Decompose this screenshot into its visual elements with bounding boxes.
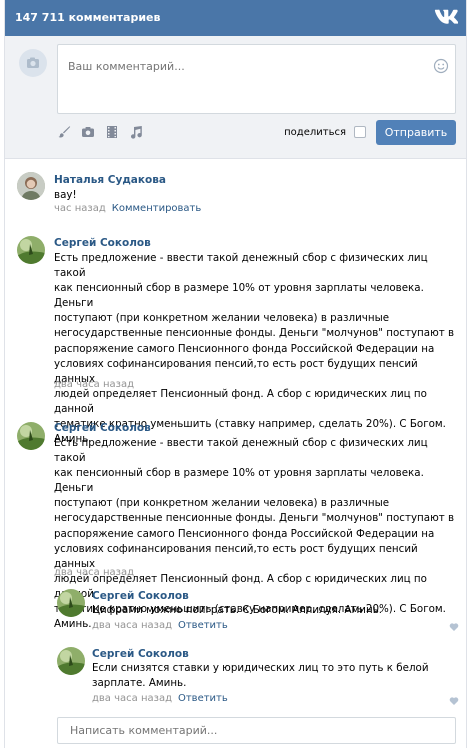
- comment-line: людей определяет Пенсионный фонд. А сбор…: [54, 387, 427, 415]
- comment-line: как пенсионный сбор в размере 10% от уро…: [54, 467, 424, 495]
- comment-author[interactable]: Сергей Соколов: [54, 237, 151, 249]
- like-icon[interactable]: [449, 622, 459, 632]
- comment-time[interactable]: два часа назад: [54, 379, 134, 390]
- comments-count: 147 711 комментариев: [15, 11, 161, 24]
- reply-answer-link[interactable]: Ответить: [178, 693, 228, 704]
- emoji-icon[interactable]: [433, 58, 449, 74]
- brush-icon[interactable]: [57, 125, 71, 139]
- comment-line: распоряжение самого Пенсионного фонда Ро…: [54, 527, 435, 540]
- comment-line: негосударственные пенсионные фонды. День…: [54, 327, 455, 340]
- reply-line: Если снизятся ставки у юридических лиц т…: [92, 662, 429, 674]
- reply-text: Цифрами можно поиграть. С Богом. Аллилуя…: [92, 603, 452, 618]
- reply-author[interactable]: Сергей Соколов: [92, 648, 189, 660]
- comment-line: поступают (при конкретном желании челове…: [54, 312, 390, 325]
- widget-header: 147 711 комментариев: [5, 0, 466, 36]
- comment-meta: два часа назад: [54, 379, 134, 390]
- comment-line: Есть предложение - ввести такой денежный…: [54, 437, 428, 465]
- comment-input[interactable]: Ваш комментарий...: [57, 44, 456, 114]
- reply-answer-link[interactable]: Ответить: [178, 620, 228, 631]
- reply-meta: два часа назад Ответить: [92, 693, 228, 704]
- reply-author[interactable]: Сергей Соколов: [92, 590, 189, 602]
- reply-meta: два часа назад Ответить: [92, 620, 228, 631]
- reply-line: зарплате. Аминь.: [92, 677, 187, 690]
- write-comment-input[interactable]: Написать комментарий...: [57, 717, 456, 744]
- comment-text: вау!: [54, 189, 77, 201]
- avatar[interactable]: [17, 422, 45, 450]
- comment-reply-link[interactable]: Комментировать: [112, 203, 202, 214]
- reply-time[interactable]: два часа назад: [92, 693, 172, 704]
- reply-time[interactable]: два часа назад: [92, 620, 172, 631]
- comment-time[interactable]: час назад: [54, 203, 106, 214]
- like-icon[interactable]: [449, 696, 459, 706]
- music-icon[interactable]: [129, 125, 143, 139]
- reply-text: Если снизятся ставки у юридических лиц т…: [92, 661, 452, 691]
- attach-toolbar: [57, 124, 143, 140]
- comment-line: как пенсионный сбор в размере 10% от уро…: [54, 282, 424, 310]
- comment-author[interactable]: Сергей Соколов: [54, 422, 151, 434]
- share-option[interactable]: поделиться: [284, 126, 366, 138]
- send-button[interactable]: Отправить: [376, 120, 456, 145]
- reply-line: Цифрами можно поиграть. С Богом. Аллилуя…: [92, 604, 383, 616]
- comments-widget: 147 711 комментариев Ваш комментарий...: [4, 0, 467, 748]
- camera-avatar-icon[interactable]: [19, 49, 47, 77]
- comment-line: поступают (при конкретном желании челове…: [54, 497, 390, 510]
- avatar[interactable]: [17, 172, 45, 200]
- avatar[interactable]: [17, 236, 45, 264]
- comment-text: Есть предложение - ввести такой денежный…: [54, 251, 459, 447]
- comment-meta: два часа назад: [54, 567, 134, 578]
- comment-line: Есть предложение - ввести такой денежный…: [54, 252, 428, 280]
- film-icon[interactable]: [105, 125, 119, 139]
- comment-meta: час назад Комментировать: [54, 203, 201, 214]
- comment-time[interactable]: два часа назад: [54, 567, 134, 578]
- comment-composer: Ваш комментарий... поделиться Отправить: [5, 36, 466, 159]
- comment-line: распоряжение самого Пенсионного фонда Ро…: [54, 342, 435, 355]
- avatar[interactable]: [57, 647, 85, 675]
- write-comment-placeholder: Написать комментарий...: [70, 724, 218, 737]
- share-checkbox[interactable]: [354, 126, 366, 138]
- vk-logo-icon[interactable]: [434, 8, 458, 26]
- avatar[interactable]: [57, 589, 85, 617]
- comment-line: негосударственные пенсионные фонды. День…: [54, 512, 455, 525]
- share-label: поделиться: [284, 126, 346, 138]
- comment-input-placeholder: Ваш комментарий...: [68, 60, 185, 73]
- camera-icon[interactable]: [81, 125, 95, 139]
- comment-author[interactable]: Наталья Судакова: [54, 174, 166, 186]
